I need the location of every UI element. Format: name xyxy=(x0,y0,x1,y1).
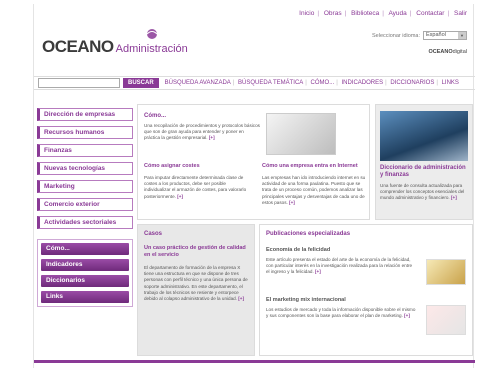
section-indicadores[interactable]: Indicadores xyxy=(41,259,129,271)
nav-busqueda-avanzada[interactable]: BÚSQUEDA AVANZADA xyxy=(165,80,231,86)
publications-panel: Publicaciones especializadas Economía de… xyxy=(259,224,473,356)
logo-subtitle: Administración xyxy=(115,43,188,55)
como-b-more-link[interactable]: [+] xyxy=(289,200,295,205)
como-panel: Cómo... Una recopilación de procedimient… xyxy=(137,104,370,220)
top-link-salir[interactable]: Salir xyxy=(454,10,467,17)
como-intro: Una recopilación de procedimientos y pro… xyxy=(144,123,260,141)
como-a-more-link[interactable]: [+] xyxy=(177,194,183,199)
sections-menu: Cómo... Indicadores Diccionarios Links xyxy=(37,239,133,307)
pub-b-text: Los estudios de mercado y toda la inform… xyxy=(266,307,416,319)
main-content: Cómo... Una recopilación de procedimient… xyxy=(137,104,473,356)
logo-brand: OCEANO xyxy=(42,37,114,56)
cases-title: Casos xyxy=(144,231,163,237)
category-direccion-de-empresas[interactable]: Dirección de empresas xyxy=(37,108,133,121)
sidebar: Dirección de empresas Recursos humanos F… xyxy=(37,108,133,307)
logo-mark-icon xyxy=(146,29,158,39)
main-nav: BÚSQUEDA AVANZADA | BÚSQUEDA TEMÁTICA | CÓ… xyxy=(164,80,459,86)
search-input[interactable] xyxy=(38,78,120,88)
nav-indicadores[interactable]: INDICADORES xyxy=(341,80,383,86)
language-selector: Seleccionar idioma: Español ▼ xyxy=(372,31,467,40)
page: Inicio | Obras | Biblioteca | Ayuda | Contac… xyxy=(33,4,475,368)
nav-busqueda-tematica[interactable]: BÚSQUEDA TEMÁTICA xyxy=(238,80,303,86)
category-marketing[interactable]: Marketing xyxy=(37,180,133,193)
footer-bar xyxy=(34,360,475,363)
chart-image xyxy=(426,305,466,335)
publications-title: Publicaciones especializadas xyxy=(266,231,351,237)
gold-coins-image xyxy=(426,259,466,285)
como-a-text: Para imputar directamente determinada cl… xyxy=(144,175,247,199)
section-links[interactable]: Links xyxy=(41,291,129,303)
como-a-title[interactable]: Cómo asignar costes xyxy=(144,163,200,169)
top-link-obras[interactable]: Obras xyxy=(324,10,342,17)
top-links: Inicio | Obras | Biblioteca | Ayuda | Contac… xyxy=(299,10,467,17)
section-diccionarios[interactable]: Diccionarios xyxy=(41,275,129,287)
buildings-image xyxy=(380,111,468,161)
category-comercio-exterior[interactable]: Comercio exterior xyxy=(37,198,133,211)
top-link-ayuda[interactable]: Ayuda xyxy=(388,10,406,17)
dictionary-panel: Diccionario de administración y finanzas… xyxy=(375,104,473,220)
como-more-link[interactable]: [+] xyxy=(209,135,215,140)
category-nuevas-tecnologias[interactable]: Nuevas tecnologías xyxy=(37,162,133,175)
cases-subtitle[interactable]: Un caso práctico de gestión de calidad e… xyxy=(144,245,250,259)
pub-a-more-link[interactable]: [+] xyxy=(315,269,321,274)
pub-a-title[interactable]: Economía de la felicidad xyxy=(266,247,330,253)
logo[interactable]: OCEANO Administración xyxy=(42,29,188,57)
chevron-down-icon: ▼ xyxy=(458,32,466,39)
cases-text: El departamento de formación de la empre… xyxy=(144,265,248,302)
pub-b-title[interactable]: El marketing mix internacional xyxy=(266,297,346,303)
top-link-contactar[interactable]: Contactar xyxy=(416,10,444,17)
clock-image xyxy=(266,113,336,155)
category-recursos-humanos[interactable]: Recursos humanos xyxy=(37,126,133,139)
como-b-text: Las empresas han ido introduciendo inter… xyxy=(262,175,366,205)
oceano-digital-logo: OCEANOdigital xyxy=(428,49,467,55)
section-como[interactable]: Cómo... xyxy=(41,243,129,255)
pub-b-more-link[interactable]: [+] xyxy=(404,313,410,318)
nav-links[interactable]: LINKS xyxy=(442,80,459,86)
language-select[interactable]: Español ▼ xyxy=(423,31,467,40)
dictionary-text: Una fuente de consulta actualizada para … xyxy=(380,183,465,201)
dictionary-more-link[interactable]: [+] xyxy=(451,195,457,200)
como-title[interactable]: Cómo... xyxy=(144,113,166,119)
search-button[interactable]: BUSCAR xyxy=(123,78,159,88)
category-actividades-sectoriales[interactable]: Actividades sectoriales xyxy=(37,216,133,229)
search-bar: BUSCAR BÚSQUEDA AVANZADA | BÚSQUEDA TEMÁT… xyxy=(34,76,475,90)
category-finanzas[interactable]: Finanzas xyxy=(37,144,133,157)
nav-diccionarios[interactable]: DICCIONARIOS xyxy=(390,80,434,86)
cases-more-link[interactable]: [+] xyxy=(238,296,244,301)
nav-como[interactable]: CÓMO... xyxy=(311,80,335,86)
como-b-title[interactable]: Cómo una empresa entra en Internet xyxy=(262,163,358,169)
top-link-biblioteca[interactable]: Biblioteca xyxy=(351,10,379,17)
cases-panel: Casos Un caso práctico de gestión de cal… xyxy=(137,224,255,356)
pub-a-text: Este artículo presenta el estado del art… xyxy=(266,257,413,275)
language-label: Seleccionar idioma: xyxy=(372,32,420,39)
top-link-inicio[interactable]: Inicio xyxy=(299,10,314,17)
dictionary-title[interactable]: Diccionario de administración y finanzas xyxy=(380,165,470,179)
